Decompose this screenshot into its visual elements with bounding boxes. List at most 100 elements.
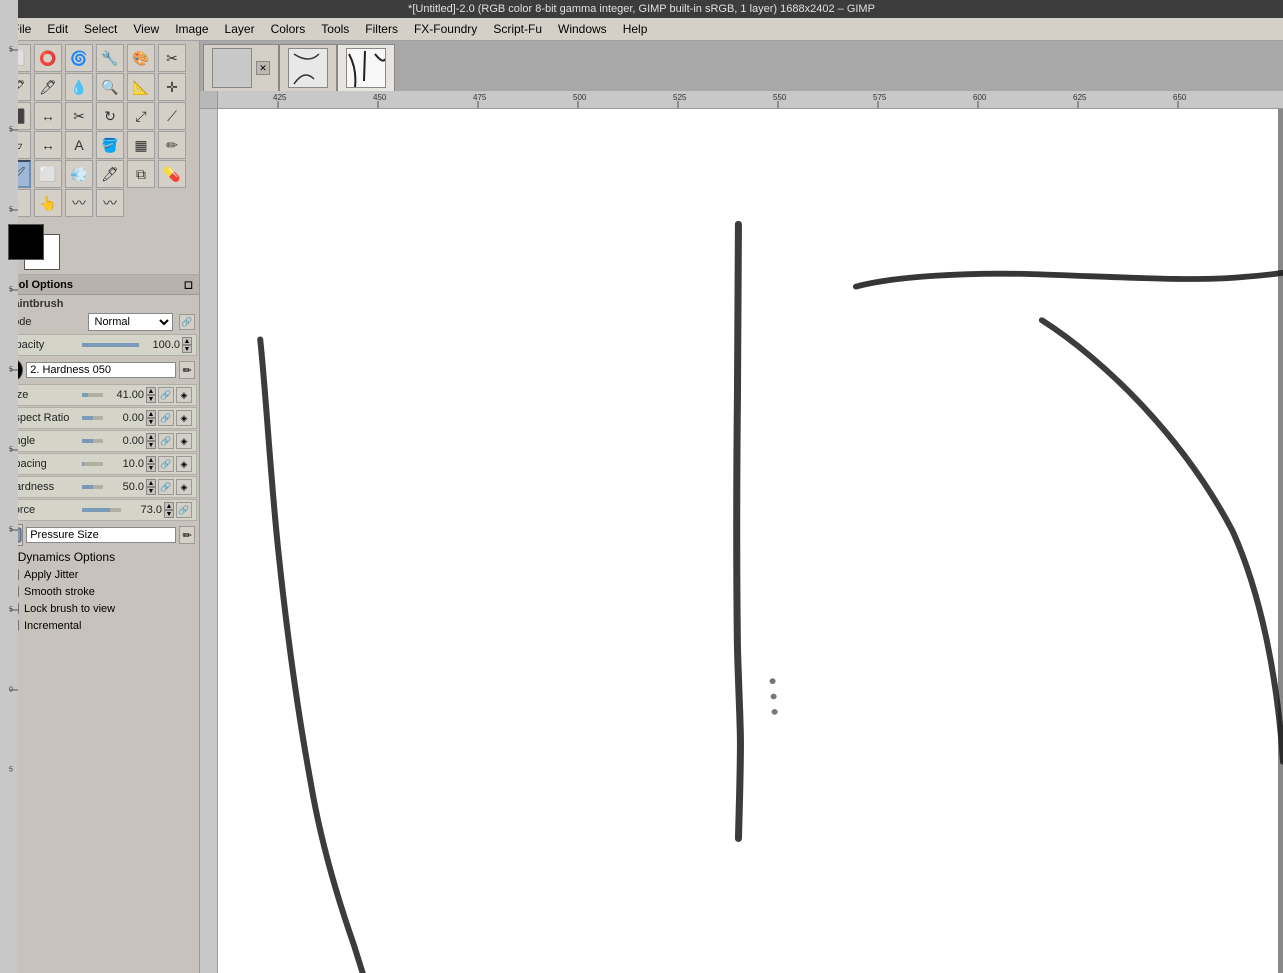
- menu-item-colors[interactable]: Colors: [263, 20, 314, 38]
- force-value: 73.0: [124, 504, 162, 516]
- zoom-tool[interactable]: 🔍: [96, 73, 124, 101]
- size-value: 41.00: [106, 389, 144, 401]
- aspect-ratio-spin[interactable]: ▲ ▼: [146, 410, 156, 426]
- hardness-up[interactable]: ▲: [146, 479, 156, 487]
- spacing-track[interactable]: [82, 462, 103, 466]
- brush-edit-btn[interactable]: ✏: [179, 361, 195, 379]
- curves-tool[interactable]: 〰: [96, 189, 124, 217]
- angle-down[interactable]: ▼: [146, 441, 156, 449]
- top-ruler: 425 450 475 500 525 550 57: [218, 91, 1283, 109]
- scale-tool[interactable]: ⤢: [127, 102, 155, 130]
- brush-name-input[interactable]: [26, 362, 176, 378]
- force-track[interactable]: [82, 508, 121, 512]
- size-down[interactable]: ▼: [146, 395, 156, 403]
- tab-empty-close[interactable]: ✕: [256, 61, 270, 75]
- dynamics-name-input[interactable]: [26, 527, 176, 543]
- smudge-tool[interactable]: 👆: [34, 189, 62, 217]
- fuzzy-select-tool[interactable]: 🔧: [96, 44, 124, 72]
- spacing-spin[interactable]: ▲ ▼: [146, 456, 156, 472]
- tool-options-collapse-icon[interactable]: ◻: [184, 278, 193, 291]
- ink-tool[interactable]: 🖊: [96, 160, 124, 188]
- size-spin[interactable]: ▲ ▼: [146, 387, 156, 403]
- menu-item-tools[interactable]: Tools: [313, 20, 357, 38]
- menu-item-view[interactable]: View: [125, 20, 167, 38]
- spacing-down[interactable]: ▼: [146, 464, 156, 472]
- dynamics-options-row[interactable]: ▶ Dynamics Options: [0, 548, 199, 566]
- blend-tool[interactable]: ▦: [127, 131, 155, 159]
- hardness-track[interactable]: [82, 485, 103, 489]
- heal-tool[interactable]: 💊: [158, 160, 186, 188]
- move-tool[interactable]: ✛: [158, 73, 186, 101]
- content-row: 5 5 5 5 5 5 5 5 0 5: [200, 109, 1283, 973]
- size-dyn-btn[interactable]: ◈: [176, 387, 192, 403]
- opacity-down[interactable]: ▼: [182, 345, 192, 353]
- dynamics-edit-btn[interactable]: ✏: [179, 526, 195, 544]
- measure-tool[interactable]: 📐: [127, 73, 155, 101]
- opacity-up[interactable]: ▲: [182, 337, 192, 345]
- foreground-color-swatch[interactable]: [8, 224, 44, 260]
- hardness-chain-btn[interactable]: 🔗: [158, 479, 174, 495]
- force-chain-btn[interactable]: 🔗: [176, 502, 192, 518]
- mode-select[interactable]: Normal: [88, 313, 174, 331]
- menu-item-image[interactable]: Image: [167, 20, 216, 38]
- hardness-down[interactable]: ▼: [146, 487, 156, 495]
- aspect-ratio-up[interactable]: ▲: [146, 410, 156, 418]
- aspect-ratio-chain-btn[interactable]: 🔗: [158, 410, 174, 426]
- angle-track[interactable]: [82, 439, 103, 443]
- spacing-chain-btn[interactable]: 🔗: [158, 456, 174, 472]
- text-tool[interactable]: A: [65, 131, 93, 159]
- menu-item-edit[interactable]: Edit: [39, 20, 76, 38]
- convolve-tool[interactable]: 〰: [65, 189, 93, 217]
- shear-tool[interactable]: ⟋: [158, 102, 186, 130]
- rotate-tool[interactable]: ↻: [96, 102, 124, 130]
- menu-item-select[interactable]: Select: [76, 20, 125, 38]
- ellipse-select-tool[interactable]: ⭕: [34, 44, 62, 72]
- angle-chain-btn[interactable]: 🔗: [158, 433, 174, 449]
- transform-tool[interactable]: ↔: [34, 102, 62, 130]
- angle-dyn-btn[interactable]: ◈: [176, 433, 192, 449]
- hardness-spin[interactable]: ▲ ▼: [146, 479, 156, 495]
- menu-item-layer[interactable]: Layer: [217, 20, 263, 38]
- opacity-spin[interactable]: ▲ ▼: [182, 337, 192, 353]
- clone-tool[interactable]: ⧉: [127, 160, 155, 188]
- eraser-tool[interactable]: ⬜: [34, 160, 62, 188]
- menu-item-filters[interactable]: Filters: [357, 20, 406, 38]
- spacing-fill: [82, 462, 84, 466]
- tab-empty[interactable]: ✕: [203, 44, 279, 91]
- hardness-fill: [82, 485, 93, 489]
- force-up[interactable]: ▲: [164, 502, 174, 510]
- bucket-fill-tool[interactable]: 🪣: [96, 131, 124, 159]
- free-select-tool[interactable]: 🌀: [65, 44, 93, 72]
- airbrush-tool[interactable]: 💨: [65, 160, 93, 188]
- canvas-viewport[interactable]: [218, 109, 1283, 973]
- paths-tool[interactable]: 🖊: [34, 73, 62, 101]
- menu-item-script-fu[interactable]: Script-Fu: [485, 20, 550, 38]
- aspect-ratio-track[interactable]: [82, 416, 103, 420]
- select-by-color-tool[interactable]: 🎨: [127, 44, 155, 72]
- size-up[interactable]: ▲: [146, 387, 156, 395]
- scissors-tool[interactable]: ✂: [158, 44, 186, 72]
- aspect-ratio-down[interactable]: ▼: [146, 418, 156, 426]
- size-track[interactable]: [82, 393, 103, 397]
- menu-item-fx-foundry[interactable]: FX-Foundry: [406, 20, 485, 38]
- force-down[interactable]: ▼: [164, 510, 174, 518]
- hardness-dyn-btn[interactable]: ◈: [176, 479, 192, 495]
- force-spin[interactable]: ▲ ▼: [164, 502, 174, 518]
- pencil-tool[interactable]: ✏: [158, 131, 186, 159]
- menu-item-help[interactable]: Help: [615, 20, 656, 38]
- aspect-ratio-dyn-btn[interactable]: ◈: [176, 410, 192, 426]
- angle-up[interactable]: ▲: [146, 433, 156, 441]
- stroke-canvas[interactable]: [218, 109, 1283, 973]
- size-chain-btn[interactable]: 🔗: [158, 387, 174, 403]
- menu-item-windows[interactable]: Windows: [550, 20, 615, 38]
- flip-tool[interactable]: ↔: [34, 131, 62, 159]
- spacing-dyn-btn[interactable]: ◈: [176, 456, 192, 472]
- tab-outline[interactable]: [279, 44, 337, 91]
- opacity-track[interactable]: [82, 343, 139, 347]
- spacing-up[interactable]: ▲: [146, 456, 156, 464]
- color-picker-tool[interactable]: 💧: [65, 73, 93, 101]
- mode-chain-btn[interactable]: 🔗: [179, 314, 195, 330]
- crop-tool[interactable]: ✂: [65, 102, 93, 130]
- tab-active[interactable]: [337, 44, 395, 91]
- angle-spin[interactable]: ▲ ▼: [146, 433, 156, 449]
